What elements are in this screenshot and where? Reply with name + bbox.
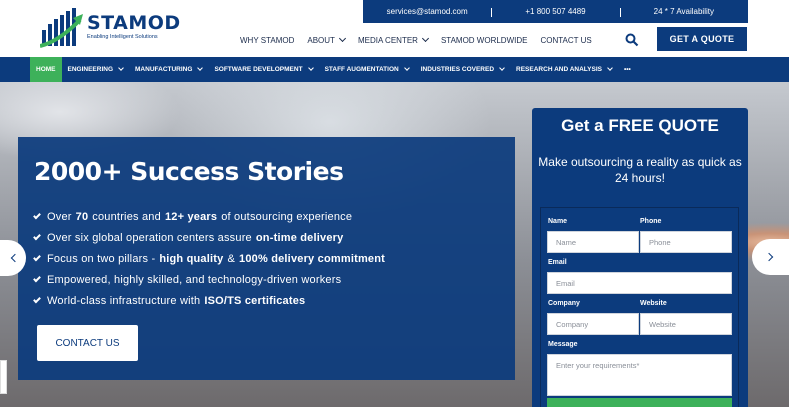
nav-label: CONTACT US xyxy=(540,35,592,45)
feature-item: World-class infrastructure with ISO/TS ce… xyxy=(33,290,389,311)
subnav-label: INDUSTRIES COVERED xyxy=(420,66,495,73)
nav-stamod-worldwide[interactable]: STAMOD WORLDWIDE xyxy=(441,36,528,45)
stamod-logo[interactable]: STAMOD Enabling Intelligent Solutions xyxy=(39,6,180,48)
nav-about[interactable]: ABOUT xyxy=(307,34,346,45)
chevron-down-icon xyxy=(421,34,429,43)
nav-label: ABOUT xyxy=(307,35,335,45)
website-input[interactable] xyxy=(640,313,732,335)
nav-label: MEDIA CENTER xyxy=(357,35,418,45)
subnav-label: ••• xyxy=(624,66,631,73)
chevron-down-icon xyxy=(118,65,124,71)
check-icon xyxy=(33,274,41,282)
submit-button[interactable] xyxy=(547,398,732,407)
email-label: Email xyxy=(548,259,567,266)
services-navigation: HOME ENGINEERING MANUFACTURING SOFTWARE … xyxy=(0,57,789,82)
check-icon xyxy=(33,295,41,303)
message-label: Message xyxy=(548,341,578,348)
logo-tagline: Enabling Intelligent Solutions xyxy=(87,34,158,40)
nav-label: STAMOD WORLDWIDE xyxy=(440,35,528,45)
get-a-quote-button[interactable]: GET A QUOTE xyxy=(657,27,747,51)
subnav-software-development[interactable]: SOFTWARE DEVELOPMENT xyxy=(208,57,318,82)
quote-panel-subtitle: Make outsourcing a reality as quick as 2… xyxy=(538,155,742,185)
subnav-industries-covered[interactable]: INDUSTRIES COVERED xyxy=(415,57,510,82)
feature-item: Empowered, highly skilled, and technolog… xyxy=(33,269,389,290)
subnav-label: STAFF AUGMENTATION xyxy=(324,66,399,73)
phone-input[interactable] xyxy=(640,231,732,253)
website-label: Website xyxy=(640,300,667,307)
nav-media-center[interactable]: MEDIA CENTER xyxy=(357,34,429,45)
message-textarea[interactable] xyxy=(547,354,732,396)
subnav-home[interactable]: HOME xyxy=(30,57,62,82)
check-icon xyxy=(33,253,41,261)
chevron-left-icon xyxy=(10,253,19,263)
subnav-research-and-analysis[interactable]: RESEARCH AND ANALYSIS xyxy=(510,57,618,82)
carousel-next-button[interactable] xyxy=(752,239,789,275)
email-input[interactable] xyxy=(547,272,732,294)
subnav-label: HOME xyxy=(36,66,56,73)
chevron-down-icon xyxy=(607,65,613,71)
side-feedback-tab[interactable] xyxy=(0,360,7,394)
subnav-label: MANUFACTURING xyxy=(135,66,193,73)
subnav-label: ENGINEERING xyxy=(67,66,114,73)
check-icon xyxy=(33,232,41,240)
feature-item: Over 70 countries and 12+ years of outsourci… xyxy=(33,206,389,227)
quote-panel-title: Get a FREE QUOTE xyxy=(561,116,719,135)
chevron-down-icon xyxy=(307,65,314,71)
chevron-down-icon xyxy=(403,65,410,71)
subnav-manufacturing[interactable]: MANUFACTURING xyxy=(129,57,208,82)
top-contact-bar: services@stamod.com +1 800 507 4489 24 *… xyxy=(363,0,748,23)
contact-phone-link[interactable]: +1 800 507 4489 xyxy=(491,7,619,17)
search-icon[interactable] xyxy=(625,33,639,47)
chevron-down-icon xyxy=(499,65,505,71)
hero-feature-list: Over 70 countries and 12+ years of outsourci… xyxy=(33,206,389,311)
nav-label: WHY STAMOD xyxy=(240,35,295,45)
company-label: Company xyxy=(548,300,580,307)
phone-label: Phone xyxy=(640,218,662,225)
name-label: Name xyxy=(548,218,568,225)
company-input[interactable] xyxy=(547,313,639,335)
hero-contact-us-button[interactable]: CONTACT US xyxy=(37,325,138,361)
feature-item: Focus on two pillars - high quality & 100% … xyxy=(33,248,389,269)
name-input[interactable] xyxy=(547,231,639,253)
hero-title: 2000+ Success Stories xyxy=(34,157,344,186)
nav-contact-us[interactable]: CONTACT US xyxy=(540,36,591,45)
main-navigation: WHY STAMOD ABOUT MEDIA CENTER STAMOD WOR… xyxy=(240,30,605,50)
chevron-down-icon xyxy=(338,34,346,43)
subnav-label: SOFTWARE DEVELOPMENT xyxy=(214,66,303,73)
contact-email-link[interactable]: services@stamod.com xyxy=(363,7,491,16)
feature-item: Over six global operation centers assure… xyxy=(33,227,389,248)
subnav-staff-augmentation[interactable]: STAFF AUGMENTATION xyxy=(319,57,415,82)
chevron-down-icon xyxy=(197,65,204,71)
logo-bars-icon xyxy=(39,6,84,48)
chevron-right-icon xyxy=(764,252,774,262)
logo-name: STAMOD xyxy=(87,12,181,34)
availability-text: 24 * 7 Availability xyxy=(619,7,748,17)
subnav-more-icon[interactable]: ••• xyxy=(618,57,637,82)
subnav-label: RESEARCH AND ANALYSIS xyxy=(516,66,602,73)
nav-why-stamod[interactable]: WHY STAMOD xyxy=(240,36,294,45)
subnav-engineering[interactable]: ENGINEERING xyxy=(62,57,130,82)
check-icon xyxy=(33,211,41,219)
